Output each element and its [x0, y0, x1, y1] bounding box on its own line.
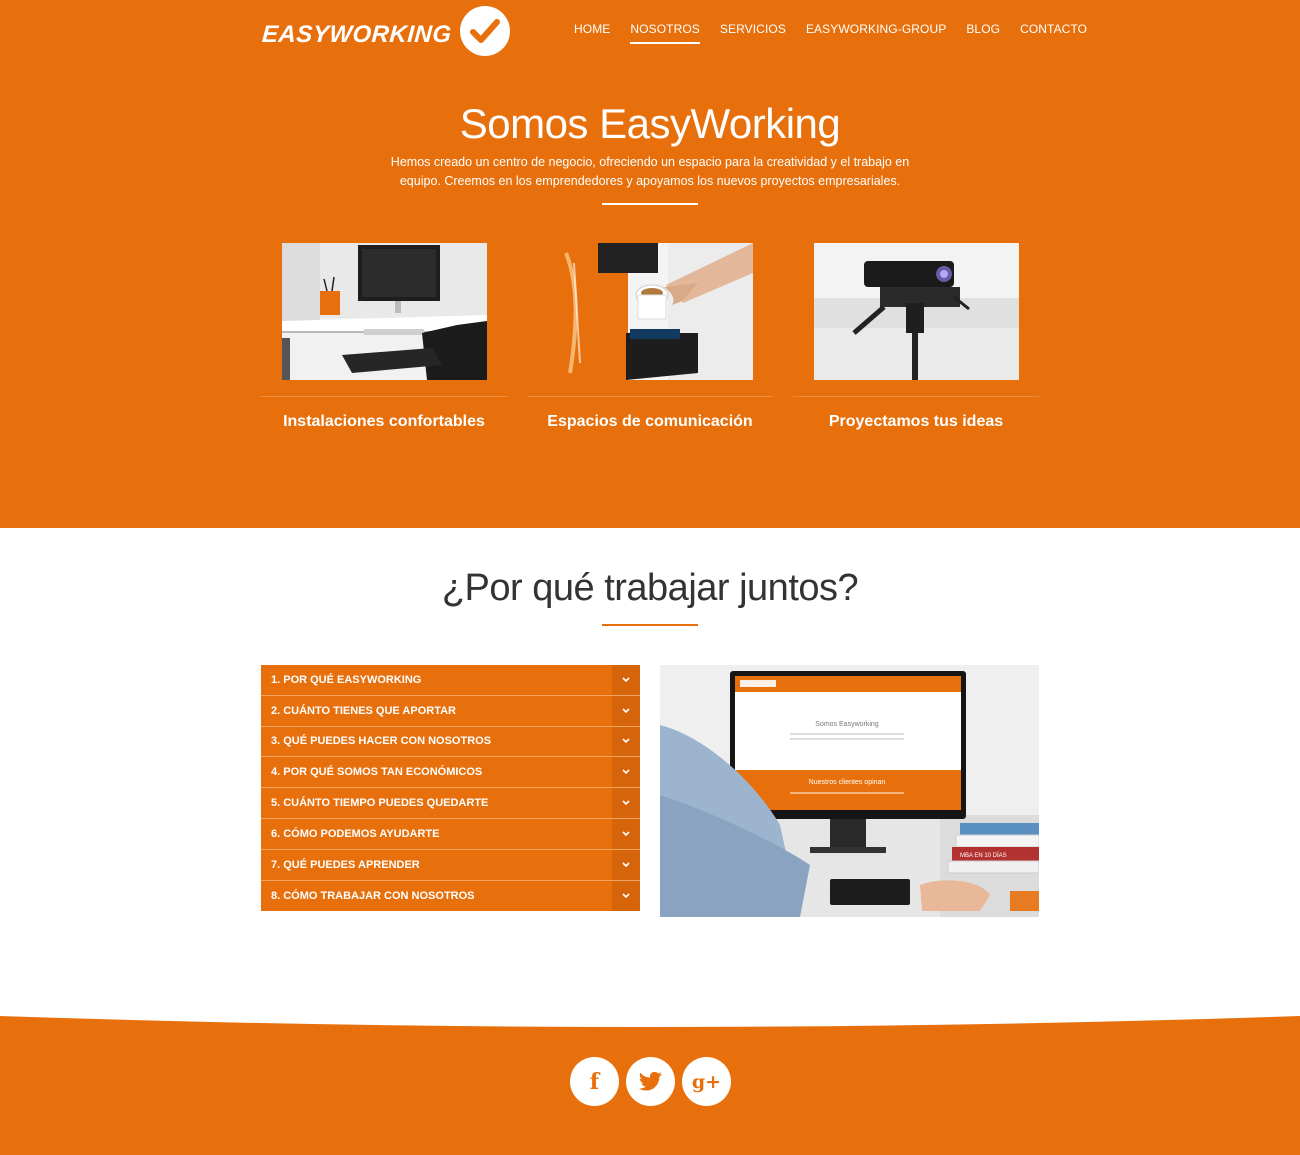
accordion-item[interactable]: 2. CUÁNTO TIENES QUE APORTAR	[261, 695, 640, 727]
feature-card: Instalaciones confortables	[261, 243, 507, 431]
twitter-icon[interactable]	[626, 1057, 675, 1106]
nav-blog[interactable]: BLOG	[966, 22, 1000, 44]
chevron-down-icon[interactable]	[612, 695, 640, 726]
checkmark-icon	[459, 6, 510, 56]
accordion-label: 6. CÓMO PODEMOS AYUDARTE	[271, 827, 440, 840]
accordion-item[interactable]: 1. POR QUÉ EASYWORKING	[261, 665, 640, 696]
faq-accordion: 1. POR QUÉ EASYWORKING 2. CUÁNTO TIENES …	[261, 665, 640, 912]
section-divider	[602, 624, 698, 626]
accordion-item[interactable]: 4. POR QUÉ SOMOS TAN ECONÓMICOS	[261, 757, 640, 789]
chevron-down-icon[interactable]	[612, 849, 640, 880]
nav-home[interactable]: HOME	[574, 22, 610, 44]
section-title: ¿Por qué trabajar juntos?	[441, 567, 859, 609]
projector-photo	[813, 243, 1019, 380]
accordion-label: 4. POR QUÉ SOMOS TAN ECONÓMICOS	[271, 766, 483, 779]
accordion-item[interactable]: 6. CÓMO PODEMOS AYUDARTE	[261, 818, 640, 850]
hero-title: Somos EasyWorking	[459, 100, 841, 147]
screen-title: Somos Easyworking	[815, 721, 879, 728]
accordion-item[interactable]: 5. CUÁNTO TIEMPO PUEDES QUEDARTE	[261, 788, 640, 819]
chevron-down-icon[interactable]	[612, 726, 640, 757]
office-desk-photo	[281, 243, 487, 380]
nav-easyworking-group[interactable]: EASYWORKING-GROUP	[806, 22, 946, 44]
accordion-label: 5. CUÁNTO TIEMPO PUEDES QUEDARTE	[271, 797, 489, 810]
hero-description: Hemos creado un centro de negocio, ofrec…	[390, 155, 910, 188]
feature-card: Espacios de comunicación	[527, 243, 773, 431]
chevron-down-icon[interactable]	[612, 788, 640, 818]
accordion-label: 7. QUÉ PUEDES APRENDER	[271, 858, 420, 871]
chevron-down-icon[interactable]	[612, 665, 640, 695]
google-plus-icon[interactable]: g+	[682, 1057, 731, 1106]
accordion-label: 2. CUÁNTO TIENES QUE APORTAR	[271, 704, 456, 717]
facebook-icon[interactable]: f	[570, 1057, 619, 1106]
feature-card: Proyectamos tus ideas	[793, 243, 1039, 431]
hero-section: EASYWORKING HOME NOSOTROS SERVICIOS EASY…	[0, 0, 1300, 528]
feature-title: Espacios de comunicación	[547, 413, 753, 430]
feature-divider	[261, 396, 507, 397]
accordion-label: 3. QUÉ PUEDES HACER CON NOSOTROS	[271, 735, 492, 748]
accordion-label: 1. POR QUÉ EASYWORKING	[271, 673, 422, 686]
site-logo[interactable]: EASYWORKING	[261, 5, 510, 57]
accordion-item[interactable]: 8. CÓMO TRABAJAR CON NOSOTROS	[261, 880, 640, 912]
feature-title: Instalaciones confortables	[283, 413, 485, 430]
logo-text: EASYWORKING	[261, 21, 453, 48]
feature-title: Proyectamos tus ideas	[828, 413, 1004, 430]
coffee-machine-photo	[547, 243, 753, 380]
accordion-item[interactable]: 3. QUÉ PUEDES HACER CON NOSOTROS	[261, 726, 640, 758]
main-nav: HOME NOSOTROS SERVICIOS EASYWORKING-GROU…	[574, 22, 1087, 44]
chevron-down-icon[interactable]	[612, 757, 640, 788]
screen-banner: Nuestros clientes opinan	[809, 779, 886, 786]
nav-servicios[interactable]: SERVICIOS	[720, 22, 786, 44]
social-links: f g+	[570, 1057, 731, 1106]
accordion-item[interactable]: 7. QUÉ PUEDES APRENDER	[261, 849, 640, 881]
feature-divider	[793, 396, 1039, 397]
accordion-label: 8. CÓMO TRABAJAR CON NOSOTROS	[271, 889, 475, 902]
chevron-down-icon[interactable]	[612, 880, 640, 912]
workspace-photo: Somos Easyworking Nuestros clientes opin…	[660, 665, 1039, 917]
book-label: MBA EN 10 DÍAS	[960, 852, 1007, 859]
nav-contacto[interactable]: CONTACTO	[1020, 22, 1087, 44]
nav-nosotros[interactable]: NOSOTROS	[630, 22, 700, 44]
hero-divider	[602, 203, 698, 205]
feature-divider	[527, 396, 773, 397]
chevron-down-icon[interactable]	[612, 818, 640, 849]
